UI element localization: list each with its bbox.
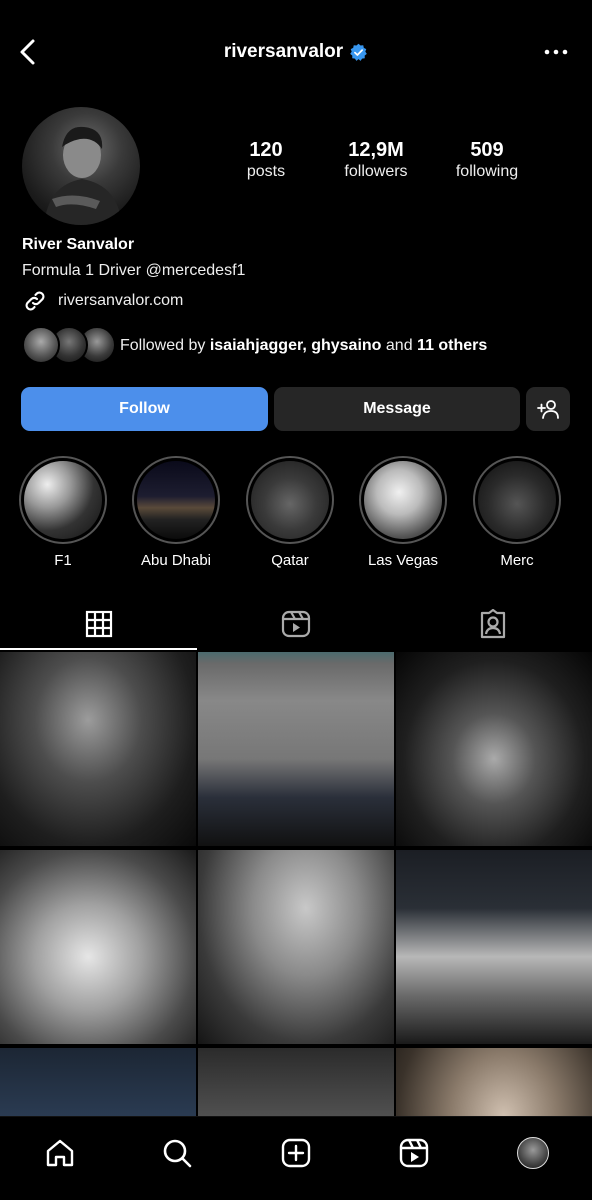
followed-users: isaiahjagger, ghysaino	[209, 337, 382, 354]
tab-tagged[interactable]	[394, 598, 591, 650]
suggested-accounts-button[interactable]	[526, 387, 570, 431]
add-person-icon	[537, 400, 559, 419]
highlight-merc[interactable]: Merc	[472, 456, 562, 569]
nav-reels[interactable]	[394, 1133, 434, 1173]
tab-reels[interactable]	[197, 598, 394, 650]
post-thumbnail[interactable]	[198, 652, 394, 846]
search-icon	[163, 1139, 192, 1168]
create-icon	[281, 1138, 311, 1168]
bottom-navigation	[0, 1116, 592, 1200]
reels-icon	[281, 610, 310, 638]
highlight-cover	[478, 461, 556, 539]
highlight-ring	[473, 456, 561, 544]
highlight-label: Merc	[500, 552, 534, 569]
followed-by[interactable]: Followed by isaiahjagger, ghysaino and 1…	[22, 326, 487, 366]
highlight-cover	[137, 461, 215, 539]
highlight-qatar[interactable]: Qatar	[245, 456, 335, 569]
link-text[interactable]: riversanvalor.com	[58, 292, 183, 310]
link-icon	[22, 289, 48, 313]
followers-label: followers	[344, 163, 408, 180]
profile-avatar-small	[517, 1137, 549, 1169]
more-horizontal-icon	[544, 49, 568, 55]
highlight-las-vegas[interactable]: Las Vegas	[358, 456, 448, 569]
posts-count: 120	[249, 139, 283, 161]
mutual-avatars	[22, 326, 116, 366]
post-thumbnail[interactable]	[198, 850, 394, 1044]
post-thumbnail[interactable]	[396, 652, 592, 846]
following-stat[interactable]: 509 following	[432, 138, 542, 182]
more-options-button[interactable]	[542, 40, 570, 64]
mutual-avatar	[22, 326, 60, 364]
followers-count: 12,9M	[348, 139, 404, 161]
highlight-label: Qatar	[271, 552, 309, 569]
posts-label: posts	[246, 163, 286, 180]
followed-others: 11 others	[417, 337, 488, 354]
highlight-label: Las Vegas	[367, 552, 439, 569]
highlight-f1[interactable]: F1	[18, 456, 108, 569]
highlight-label: Abu Dhabi	[140, 552, 212, 569]
profile-name: River Sanvalor	[22, 236, 135, 253]
post-thumbnail[interactable]	[0, 652, 196, 846]
verified-badge-icon	[350, 43, 367, 61]
posts-grid	[0, 652, 592, 1120]
post-thumbnail[interactable]	[198, 1048, 394, 1120]
highlight-abu-dhabi[interactable]: Abu Dhabi	[131, 456, 221, 569]
following-label: following	[455, 163, 519, 180]
highlight-ring	[359, 456, 447, 544]
nav-create[interactable]	[276, 1133, 316, 1173]
followed-by-text: Followed by isaiahjagger, ghysaino and 1…	[120, 337, 487, 355]
tab-active-indicator	[0, 648, 197, 650]
story-highlights: F1 Abu Dhabi Qatar Las Vegas Merc	[0, 456, 592, 576]
highlight-ring	[19, 456, 107, 544]
post-thumbnail[interactable]	[0, 850, 196, 1044]
profile-tabs	[0, 598, 592, 650]
profile-header: riversanvalor	[0, 24, 592, 80]
post-thumbnail[interactable]	[0, 1048, 196, 1120]
tab-posts-grid[interactable]	[0, 598, 197, 650]
post-thumbnail[interactable]	[396, 850, 592, 1044]
highlight-cover	[364, 461, 442, 539]
profile-avatar-image	[44, 126, 122, 225]
highlight-cover	[24, 461, 102, 539]
message-button[interactable]: Message	[274, 387, 520, 431]
home-icon	[46, 1139, 74, 1167]
profile-link[interactable]: riversanvalor.com	[22, 289, 183, 313]
profile-bio[interactable]: Formula 1 Driver @mercedesf1	[22, 262, 245, 280]
highlight-label: F1	[54, 552, 72, 569]
highlight-ring	[246, 456, 334, 544]
reels-icon	[399, 1138, 429, 1168]
followers-stat[interactable]: 12,9M followers	[321, 138, 431, 182]
profile-stats: 120 posts 12,9M followers 509 following	[200, 138, 570, 188]
username: riversanvalor	[223, 41, 344, 62]
post-thumbnail[interactable]	[396, 1048, 592, 1120]
username-title: riversanvalor	[0, 41, 592, 63]
highlight-cover	[251, 461, 329, 539]
posts-stat[interactable]: 120 posts	[211, 138, 321, 182]
highlight-ring	[132, 456, 220, 544]
followed-middle: and	[381, 337, 418, 354]
grid-icon	[85, 610, 112, 638]
nav-search[interactable]	[157, 1133, 197, 1173]
following-count: 509	[470, 139, 504, 161]
nav-profile[interactable]	[513, 1133, 553, 1173]
nav-home[interactable]	[40, 1133, 80, 1173]
followed-prefix: Followed by	[120, 337, 210, 354]
tagged-icon	[480, 609, 505, 639]
profile-avatar[interactable]	[22, 107, 140, 225]
follow-button[interactable]: Follow	[21, 387, 268, 431]
